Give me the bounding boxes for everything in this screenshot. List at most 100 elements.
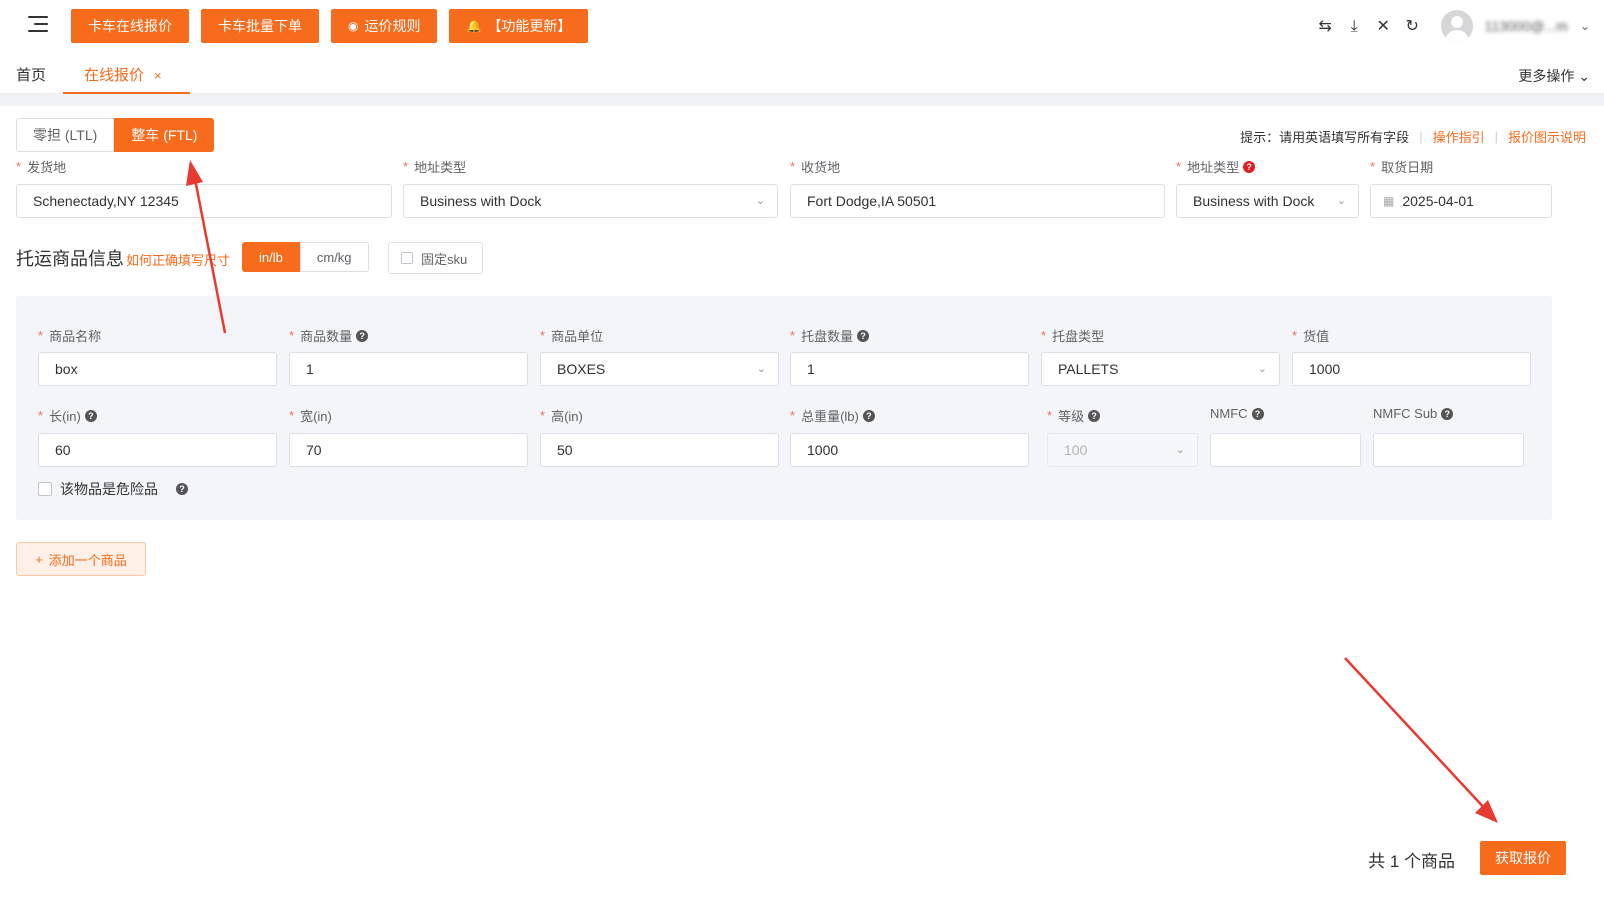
origin-address-type-select[interactable]: Business with Dock ⌄	[403, 184, 778, 218]
length-label: * 长(in)?	[38, 406, 97, 425]
help-icon[interactable]: ?	[857, 329, 870, 342]
item-quantity-label: * 商品数量?	[289, 326, 369, 345]
fixed-sku-checkbox[interactable]: 固定sku	[388, 242, 483, 274]
ftl-mode-button[interactable]: 整车 (FTL)	[114, 118, 215, 152]
help-icon[interactable]: ?	[176, 483, 188, 495]
help-icon[interactable]: ?	[1243, 160, 1256, 173]
help-icon[interactable]: ?	[1441, 407, 1454, 420]
width-input[interactable]: 70	[289, 433, 528, 467]
height-input[interactable]: 50	[540, 433, 779, 467]
username[interactable]: 113000@...m	[1485, 18, 1568, 34]
destination-address-type-label: * 地址类型?	[1176, 157, 1256, 176]
button-label: 添加一个商品	[48, 552, 127, 568]
close-icon[interactable]: ×	[154, 68, 162, 83]
divider: |	[1419, 129, 1423, 144]
add-item-button[interactable]: + 添加一个商品	[16, 542, 146, 576]
feature-update-button[interactable]: 🔔 【功能更新】	[449, 9, 589, 43]
chevron-down-icon: ⌄	[1175, 444, 1185, 456]
hint-text: 提示：请用英语填写所有字段	[1240, 130, 1410, 145]
item-quantity-input[interactable]: 1	[289, 352, 528, 386]
help-icon[interactable]: ?	[1088, 409, 1101, 422]
shipping-mode-toggle: 零担 (LTL) 整车 (FTL)	[16, 118, 215, 152]
pallet-type-select[interactable]: PALLETS ⌄	[1041, 352, 1280, 386]
hazmat-checkbox[interactable]: 该物品是危险品 ?	[38, 479, 188, 499]
plus-icon: +	[35, 551, 43, 567]
total-weight-input[interactable]: 1000	[790, 433, 1029, 467]
tab-online-quote[interactable]: 在线报价 ×	[63, 58, 190, 94]
pickup-date-label: * 取货日期	[1370, 159, 1434, 175]
destination-address-type-select[interactable]: Business with Dock ⌄	[1176, 184, 1359, 218]
top-right-tools: ⇆ ⤓ ✕ ↻ 113000@...m ⌄	[1317, 10, 1590, 42]
chevron-down-icon: ⌄	[1336, 195, 1346, 207]
nmfc-label: NMFC?	[1210, 406, 1264, 421]
footer-bar	[0, 832, 1604, 902]
avatar[interactable]	[1440, 10, 1473, 42]
item-unit-label: * 商品单位	[540, 328, 604, 344]
bell-icon: 🔔	[466, 19, 482, 33]
guide-link[interactable]: 操作指引	[1433, 127, 1485, 146]
nmfc-input[interactable]	[1210, 433, 1361, 467]
top-bar: 卡车在线报价 卡车批量下单 ◉ 运价规则 🔔 【功能更新】 ⇆ ⤓ ✕ ↻ 1130…	[0, 0, 1604, 50]
page-tabs: 首页 在线报价 × 更多操作 ⌄	[0, 58, 1604, 94]
item-count: 共 1 个商品	[1368, 852, 1455, 871]
chevron-down-icon: ⌄	[1578, 68, 1590, 84]
get-quote-button[interactable]: 获取报价	[1480, 841, 1566, 875]
checkbox-label: 固定sku	[421, 251, 468, 267]
fullscreen-icon[interactable]: ✕	[1375, 18, 1392, 35]
calendar-icon: ▦	[1383, 194, 1395, 208]
unit-in-lb-button[interactable]: in/lb	[242, 242, 300, 272]
chevron-down-icon: ⌄	[1257, 363, 1267, 375]
pallet-quantity-input[interactable]: 1	[790, 352, 1029, 386]
content-gap	[0, 94, 1604, 106]
cargo-value-input[interactable]: 1000	[1292, 352, 1531, 386]
item-name-label: * 商品名称	[38, 328, 102, 344]
freight-class-select: 100 ⌄	[1047, 433, 1198, 467]
destination-input[interactable]: Fort Dodge,IA 50501	[790, 184, 1165, 218]
button-label: 运价规则	[364, 18, 421, 34]
tab-home[interactable]: 首页	[16, 58, 46, 94]
goods-section-title: 托运商品信息	[16, 249, 124, 269]
freight-rules-button[interactable]: ◉ 运价规则	[331, 9, 438, 43]
freight-class-label: * 等级?	[1047, 406, 1101, 425]
divider: |	[1494, 129, 1498, 144]
chevron-down-icon: ⌄	[755, 195, 765, 207]
top-button-group: 卡车在线报价 卡车批量下单 ◉ 运价规则 🔔 【功能更新】	[71, 9, 589, 43]
more-actions-dropdown[interactable]: 更多操作 ⌄	[1518, 58, 1590, 94]
chevron-down-icon[interactable]: ⌄	[1580, 19, 1590, 33]
translate-icon[interactable]: ⇆	[1317, 18, 1334, 35]
origin-label: * 发货地	[16, 159, 67, 175]
download-icon[interactable]: ⤓	[1346, 18, 1363, 35]
length-input[interactable]: 60	[38, 433, 277, 467]
pallet-type-label: * 托盘类型	[1041, 328, 1105, 344]
unit-cm-kg-button[interactable]: cm/kg	[299, 242, 369, 272]
help-icon[interactable]: ?	[84, 409, 97, 422]
item-unit-select[interactable]: BOXES ⌄	[540, 352, 779, 386]
origin-address-type-label: * 地址类型	[403, 159, 467, 175]
pallet-quantity-label: * 托盘数量?	[790, 326, 870, 345]
origin-input[interactable]: Schenectady,NY 12345	[16, 184, 392, 218]
nmfc-sub-label: NMFC Sub?	[1373, 406, 1454, 421]
total-weight-label: * 总重量(lb)?	[790, 406, 875, 425]
refresh-icon[interactable]: ↻	[1404, 18, 1421, 35]
size-help-link[interactable]: 如何正确填写尺寸	[126, 250, 230, 269]
checkbox-label: 该物品是危险品	[60, 481, 158, 497]
truck-online-quote-button[interactable]: 卡车在线报价	[71, 9, 189, 43]
chevron-down-icon: ⌄	[756, 363, 766, 375]
button-label: 【功能更新】	[487, 18, 572, 34]
cargo-value-label: * 货值	[1292, 328, 1330, 344]
menu-toggle-icon[interactable]	[28, 16, 48, 32]
quote-diagram-link[interactable]: 报价图示说明	[1508, 127, 1586, 146]
nmfc-sub-input[interactable]	[1373, 433, 1524, 467]
pickup-date-picker[interactable]: ▦ 2025-04-01	[1370, 184, 1552, 218]
ltl-mode-button[interactable]: 零担 (LTL)	[16, 118, 115, 152]
help-icon[interactable]: ?	[356, 329, 369, 342]
help-icon[interactable]: ?	[1251, 407, 1264, 420]
more-actions-label: 更多操作	[1518, 68, 1575, 84]
hint-bar: 提示：请用英语填写所有字段 | 操作指引 | 报价图示说明	[1240, 127, 1586, 146]
help-icon[interactable]: ?	[862, 409, 875, 422]
truck-batch-order-button[interactable]: 卡车批量下单	[201, 9, 319, 43]
item-name-input[interactable]: box	[38, 352, 277, 386]
destination-label: * 收货地	[790, 159, 841, 175]
tab-label: 在线报价	[84, 67, 145, 84]
checkbox	[401, 252, 413, 264]
